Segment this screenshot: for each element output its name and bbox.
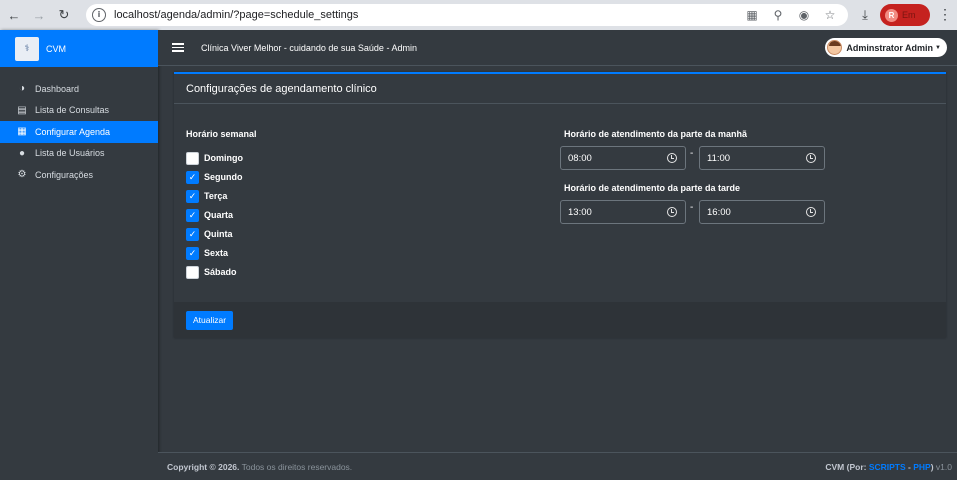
day-label: Domingo <box>204 153 243 163</box>
sidebar-item-label: Lista de Usuários <box>35 148 105 159</box>
sidebar-item-label: Configurações <box>35 169 94 180</box>
range-separator: - <box>690 202 694 213</box>
morning-hours-label: Horário de atendimento da parte da manhã <box>564 129 748 139</box>
back-icon[interactable]: ← <box>3 4 25 26</box>
copyright-text: Copyright © 2026. Todos os direitos rese… <box>167 462 352 472</box>
day-label: Segundo <box>204 172 243 182</box>
day-label: Terça <box>204 191 228 201</box>
copyright-strong: Copyright © 2026. <box>167 461 240 472</box>
translate-icon[interactable]: ▦ <box>744 7 760 23</box>
user-menu-button[interactable]: Adminstrator Admin ▼ <box>825 38 947 57</box>
day-checkbox-sabado[interactable]: Sábado <box>186 265 237 279</box>
sidebar-nav: ◑ Dashboard ▤ Lista de Consultas ▦ Confi… <box>0 78 158 186</box>
day-label: Quinta <box>204 229 233 239</box>
time-value: 16:00 <box>707 206 731 218</box>
day-checkbox-segundo[interactable]: ✓ Segundo <box>186 170 243 184</box>
page-title: Clínica Viver Melhor - cuidando de sua S… <box>201 42 417 53</box>
checkbox[interactable] <box>186 265 199 279</box>
profile-label: Em <box>902 10 916 20</box>
zoom-icon[interactable]: ⚲ <box>770 7 786 23</box>
morning-start-time-input[interactable]: 08:00 <box>560 146 686 170</box>
sidebar-item-users[interactable]: ● Lista de Usuários <box>0 143 158 165</box>
user-name: Adminstrator Admin <box>846 42 934 53</box>
credit-prefix: CVM (Por: <box>825 462 869 472</box>
checkbox[interactable]: ✓ <box>186 189 199 203</box>
sidebar-item-label: Lista de Consultas <box>35 105 110 116</box>
clock-icon[interactable] <box>667 207 677 217</box>
morning-end-time-input[interactable]: 11:00 <box>699 146 825 170</box>
clock-icon[interactable] <box>806 153 816 163</box>
checkbox[interactable] <box>186 151 199 165</box>
calendar-icon: ▤ <box>17 104 27 116</box>
range-separator: - <box>690 148 694 159</box>
card-title: Configurações de agendamento clínico <box>186 82 377 95</box>
sidebar-item-dashboard[interactable]: ◑ Dashboard <box>0 78 158 100</box>
day-label: Sexta <box>204 248 229 258</box>
day-checkbox-quinta[interactable]: ✓ Quinta <box>186 227 233 241</box>
reload-icon[interactable]: ↻ <box>53 4 75 26</box>
browser-toolbar: ← → ↻ i localhost/agenda/admin/?page=sch… <box>0 0 957 30</box>
clock-icon[interactable] <box>806 207 816 217</box>
weekly-schedule-label: Horário semanal <box>186 129 257 139</box>
calendar-check-icon: ▦ <box>17 126 27 138</box>
day-checkbox-terca[interactable]: ✓ Terça <box>186 189 227 203</box>
version-text: v1.0 <box>933 462 952 472</box>
avatar <box>827 40 843 55</box>
credits-text: CVM (Por: SCRIPTS - PHP) v1.0 <box>825 462 952 472</box>
day-label: Quarta <box>204 210 234 220</box>
site-info-icon[interactable]: i <box>92 8 106 22</box>
eye-icon[interactable]: ◉ <box>796 7 812 23</box>
time-value: 08:00 <box>568 152 592 164</box>
afternoon-hours-label: Horário de atendimento da parte da tarde <box>564 183 741 193</box>
day-label: Sábado <box>204 267 237 277</box>
schedule-settings-card: Configurações de agendamento clínico Hor… <box>174 72 946 338</box>
day-checkbox-quarta[interactable]: ✓ Quarta <box>186 208 233 222</box>
afternoon-start-time-input[interactable]: 13:00 <box>560 200 686 224</box>
top-navbar: Clínica Viver Melhor - cuidando de sua S… <box>158 30 957 66</box>
php-link[interactable]: PHP <box>913 462 930 472</box>
brand-link[interactable]: ⚕ CVM <box>0 30 158 67</box>
checkbox[interactable]: ✓ <box>186 170 199 184</box>
clock-icon[interactable] <box>667 153 677 163</box>
day-checkbox-sexta[interactable]: ✓ Sexta <box>186 246 228 260</box>
sidebar-item-appointments[interactable]: ▤ Lista de Consultas <box>0 100 158 122</box>
sidebar-item-settings[interactable]: ⚙ Configurações <box>0 164 158 186</box>
card-header: Configurações de agendamento clínico <box>174 74 946 104</box>
brand-logo-icon: ⚕ <box>15 36 39 61</box>
sidebar-item-label: Configurar Agenda <box>35 126 111 137</box>
gears-icon: ⚙ <box>17 169 27 181</box>
time-value: 11:00 <box>707 152 731 164</box>
checkbox[interactable]: ✓ <box>186 208 199 222</box>
day-checkbox-domingo[interactable]: Domingo <box>186 151 243 165</box>
card-body: Horário semanal Domingo ✓ Segundo ✓ Terç… <box>174 104 946 302</box>
brand-name: CVM <box>46 43 66 54</box>
dashboard-icon: ◑ <box>18 83 26 95</box>
copyright-rest: Todos os direitos reservados. <box>239 461 353 472</box>
profile-button[interactable]: R Em <box>880 4 930 26</box>
bookmark-star-icon[interactable]: ☆ <box>822 7 838 23</box>
checkbox[interactable]: ✓ <box>186 246 199 260</box>
forward-icon[interactable]: → <box>28 4 50 26</box>
browser-menu-icon[interactable]: ⋮ <box>938 6 952 23</box>
scripts-link[interactable]: SCRIPTS <box>869 462 906 472</box>
sidebar-item-label: Dashboard <box>35 83 80 94</box>
profile-avatar: R <box>885 8 898 22</box>
menu-toggle-icon[interactable] <box>172 41 184 54</box>
users-icon: ● <box>18 147 26 159</box>
time-value: 13:00 <box>568 206 592 218</box>
download-icon[interactable]: ⤓ <box>855 5 875 25</box>
page-footer: Copyright © 2026. Todos os direitos rese… <box>158 452 957 480</box>
update-button[interactable]: Atualizar <box>186 310 234 330</box>
chevron-down-icon: ▼ <box>935 44 941 51</box>
card-footer: Atualizar <box>174 302 946 338</box>
afternoon-end-time-input[interactable]: 16:00 <box>699 200 825 224</box>
sidebar: ⚕ CVM ◑ Dashboard ▤ Lista de Consultas ▦… <box>0 30 158 480</box>
sidebar-item-schedule-settings[interactable]: ▦ Configurar Agenda <box>0 121 158 143</box>
checkbox[interactable]: ✓ <box>186 227 199 241</box>
url-text[interactable]: localhost/agenda/admin/?page=schedule_se… <box>114 9 358 21</box>
address-bar[interactable]: i localhost/agenda/admin/?page=schedule_… <box>86 4 848 26</box>
